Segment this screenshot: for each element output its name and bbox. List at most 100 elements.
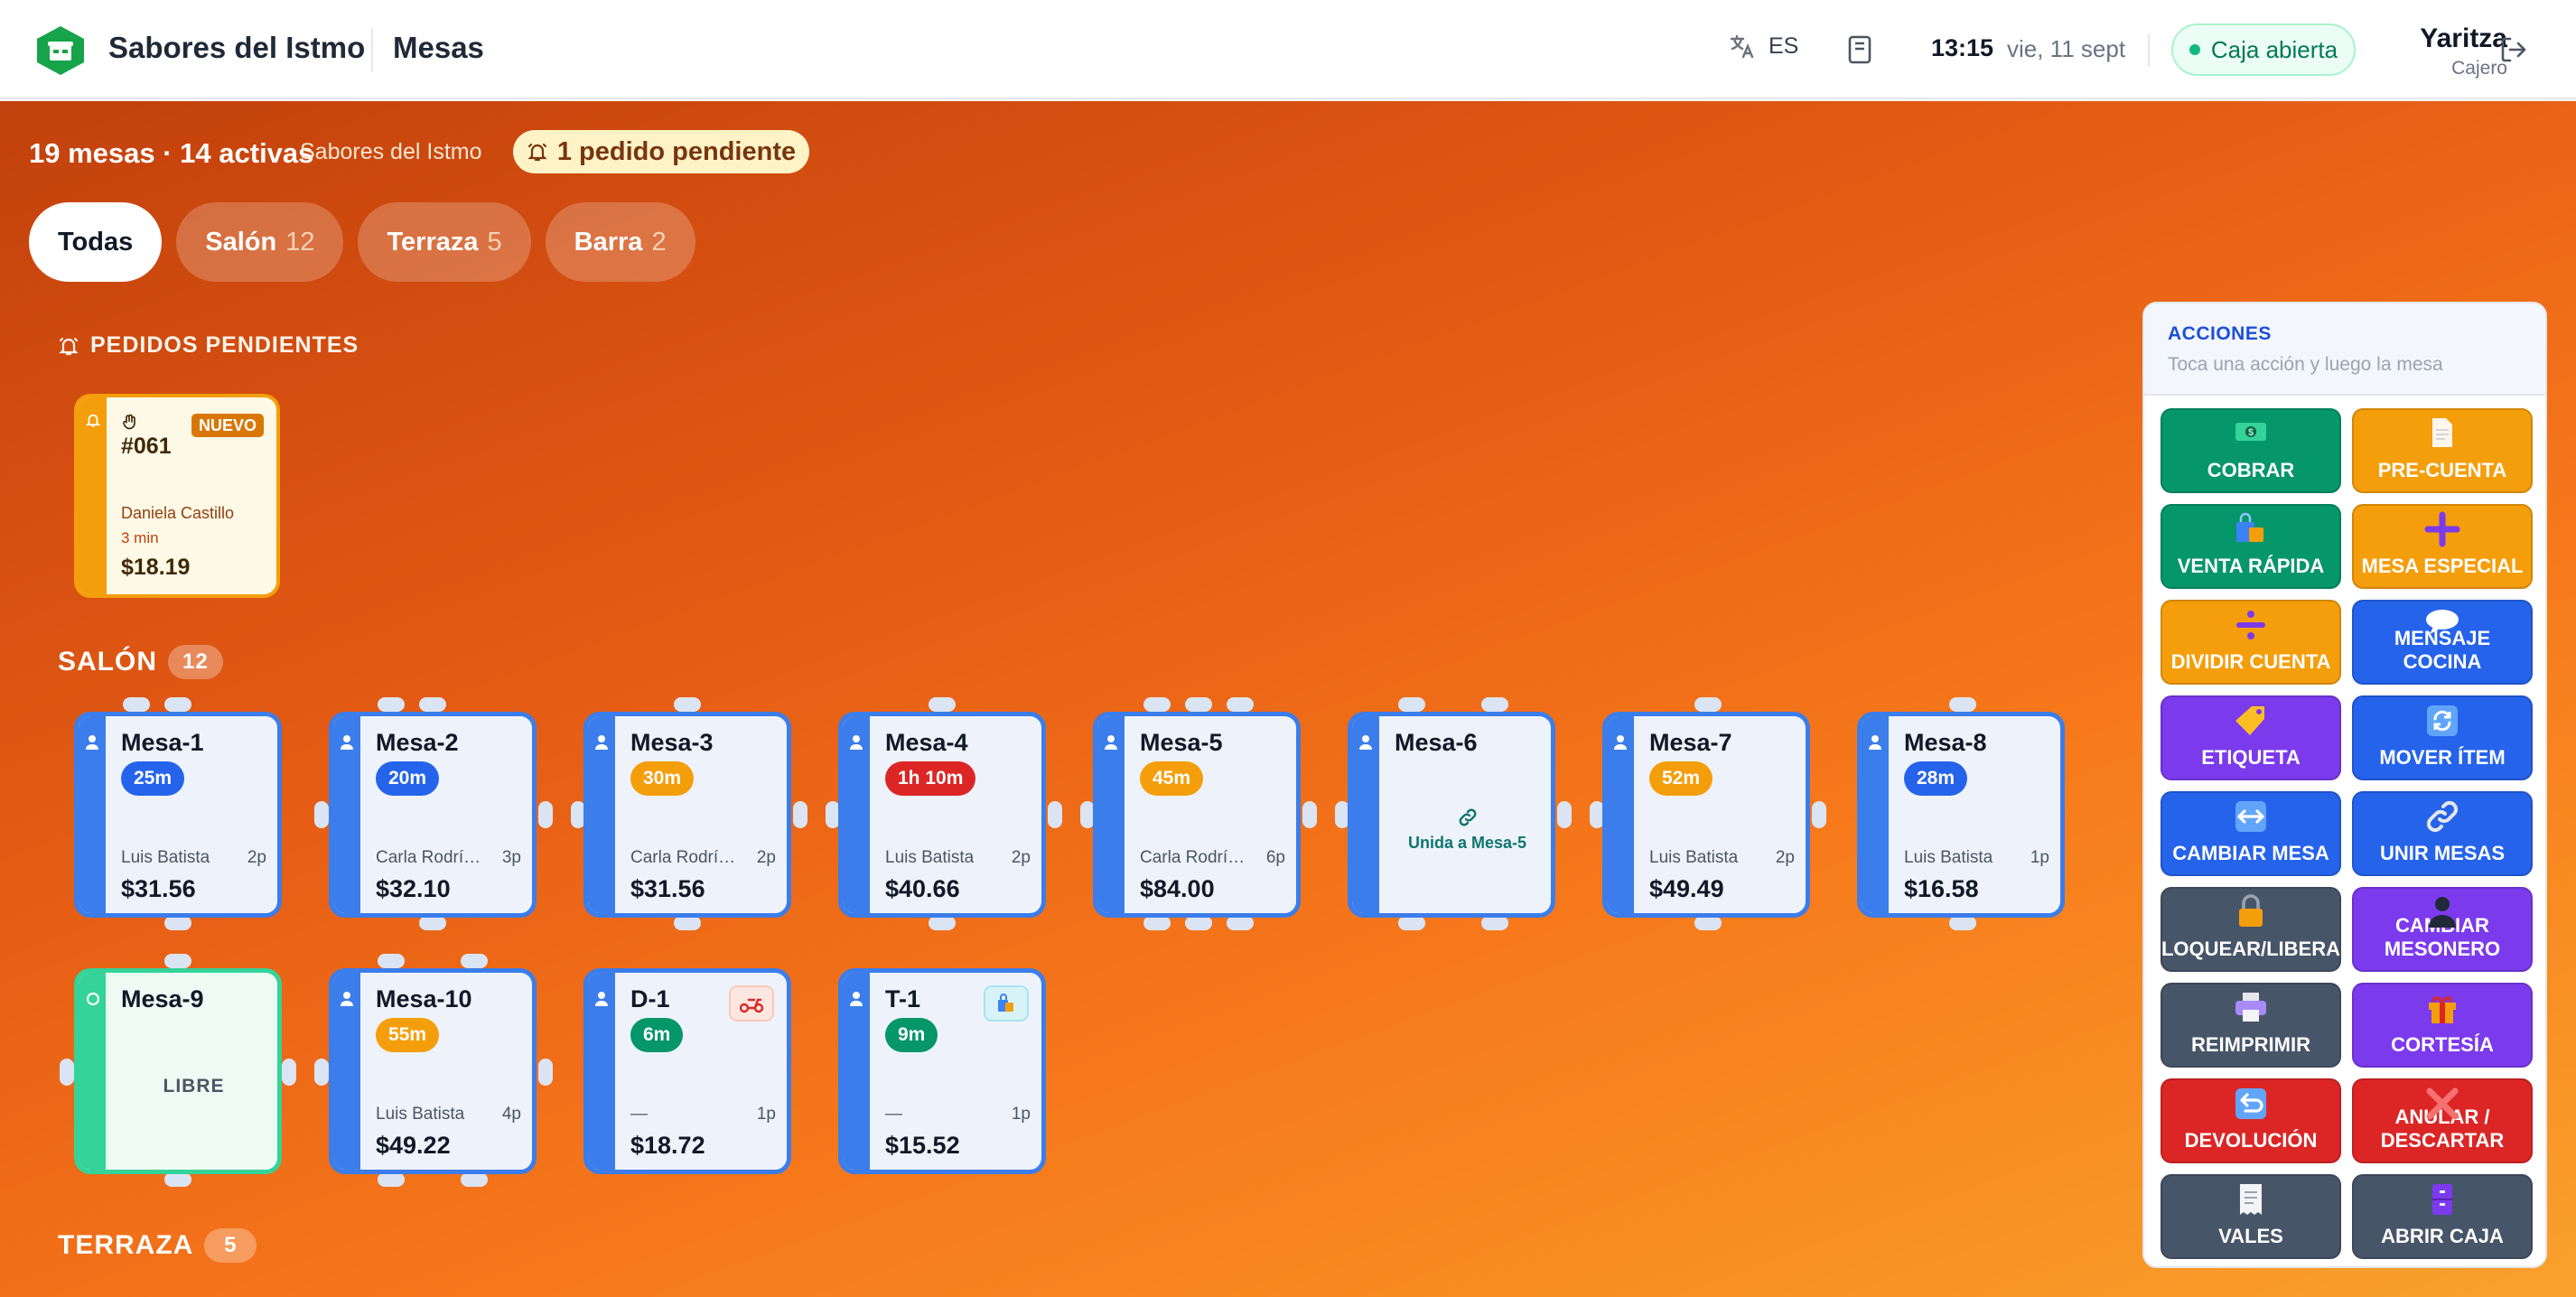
pending-orders-badge[interactable]: 1 pedido pendiente — [513, 130, 809, 173]
language-switcher[interactable]: ES — [1729, 33, 1798, 60]
unir-mesas-button[interactable]: UNIR MESAS — [2352, 791, 2533, 876]
table-card-mesa-10[interactable]: Mesa-10 55m Luis Batista 4p $49.22 — [329, 968, 537, 1174]
tab-todas[interactable]: Todas — [29, 202, 163, 282]
venue-name: Sabores del Istmo — [300, 139, 482, 164]
receipt-icon — [2240, 1184, 2262, 1215]
user-icon — [1614, 735, 1627, 750]
table-people: 1p — [2030, 848, 2049, 867]
dividir-cuenta-button[interactable]: DIVIDIR CUENTA — [2161, 600, 2341, 685]
top-bar: Sabores del Istmo Mesas ES 13:15 vie, 11… — [0, 0, 2576, 99]
reimprimir-button[interactable]: REIMPRIMIR — [2161, 983, 2341, 1068]
cobrar-button[interactable]: $ COBRAR — [2161, 408, 2341, 493]
vales-button[interactable]: VALES — [2161, 1174, 2341, 1259]
new-order-badge: NUEVO — [191, 414, 264, 437]
section-title: PEDIDOS PENDIENTES — [90, 332, 359, 358]
register-status-label: Caja abierta — [2210, 35, 2338, 63]
register-status-badge[interactable]: Caja abierta — [2171, 23, 2356, 76]
table-timer: 25m — [121, 761, 185, 796]
table-timer: 55m — [376, 1018, 440, 1052]
table-name: Mesa-2 — [376, 729, 459, 756]
table-card-mesa-5[interactable]: Mesa-5 45m Carla Rodríguez 6p $84.00 — [1093, 712, 1301, 918]
user-icon — [341, 735, 353, 750]
left-right-arrow-icon — [2235, 801, 2266, 832]
book-icon[interactable] — [1846, 34, 1873, 65]
person-icon — [2429, 897, 2456, 928]
table-waiter: Carla Rodríguez — [630, 848, 737, 867]
tab-count: 5 — [487, 227, 502, 257]
button-label: CAMBIAR MESA — [2172, 842, 2329, 864]
table-card-mesa-3[interactable]: Mesa-3 30m Carla Rodríguez 2p $31.56 — [583, 712, 791, 918]
table-waiter: Luis Batista — [1904, 848, 1993, 867]
bell-icon — [85, 414, 101, 427]
table-card-mesa-9[interactable]: Mesa-9 LIBRE — [74, 968, 282, 1174]
header-divider — [371, 29, 373, 72]
svg-text:$: $ — [2248, 427, 2254, 438]
order-number: #061 — [121, 434, 172, 459]
table-card-mesa-7[interactable]: Mesa-7 52m Luis Batista 2p $49.49 — [1602, 712, 1810, 918]
table-waiter: Luis Batista — [1649, 848, 1739, 867]
logout-icon[interactable] — [2498, 34, 2529, 65]
table-name: Mesa-5 — [1140, 729, 1223, 756]
page-title: Mesas — [393, 31, 484, 64]
table-card-d-1[interactable]: D-1 6m — 1p $18.72 — [583, 968, 791, 1174]
actions-header: ACCIONES Toca una acción y luego la mesa — [2144, 303, 2545, 396]
user-icon — [1359, 735, 1372, 750]
mensaje-cocina-button[interactable]: MENSAJE COCINA — [2352, 600, 2533, 685]
plus-icon — [2424, 511, 2460, 547]
table-total: $31.56 — [121, 875, 196, 902]
button-label: ETIQUETA — [2201, 746, 2301, 769]
hand-icon — [123, 414, 135, 430]
order-customer: Daniela Castillo — [121, 504, 235, 522]
pending-order-card[interactable]: NUEVO #061 Daniela Castillo 3 min $18.19 — [74, 394, 280, 598]
bloquear-liberar-button[interactable]: BLOQUEAR/LIBERAR — [2147, 887, 2355, 972]
cambiar-mesa-button[interactable]: CAMBIAR MESA — [2161, 791, 2341, 876]
etiqueta-button[interactable]: ETIQUETA — [2161, 695, 2341, 780]
table-people: 2p — [1775, 848, 1795, 867]
mover-item-button[interactable]: MOVER ÍTEM — [2352, 695, 2533, 780]
table-name: Mesa-6 — [1395, 729, 1478, 756]
table-name: Mesa-8 — [1904, 729, 1987, 756]
section-title: TERRAZA — [58, 1230, 194, 1260]
speech-bubble-icon — [2426, 610, 2459, 634]
tab-terraza[interactable]: Terraza 5 — [358, 202, 531, 282]
bell-icon — [527, 143, 547, 162]
pre-cuenta-button[interactable]: PRE-CUENTA — [2352, 408, 2533, 493]
table-card-mesa-6[interactable]: Mesa-6 Unida a Mesa-5 — [1348, 712, 1555, 918]
language-code: ES — [1769, 33, 1799, 59]
pending-orders-heading: PEDIDOS PENDIENTES — [58, 332, 359, 359]
venta-rapida-button[interactable]: VENTA RÁPIDA — [2161, 504, 2341, 589]
user-icon — [341, 992, 353, 1006]
actions-title: ACCIONES — [2168, 323, 2272, 344]
abrir-caja-button[interactable]: ABRIR CAJA — [2352, 1174, 2533, 1259]
table-card-mesa-8[interactable]: Mesa-8 28m Luis Batista 1p $16.58 — [1857, 712, 2065, 918]
devolucion-button[interactable]: DEVOLUCIÓN — [2161, 1078, 2341, 1163]
button-label: DIVIDIR CUENTA — [2170, 650, 2331, 673]
gift-icon — [2429, 996, 2456, 1023]
table-card-t-1[interactable]: T-1 9m — 1p $15.52 — [838, 968, 1046, 1174]
brand-name: Sabores del Istmo — [108, 31, 366, 64]
printer-icon — [2235, 993, 2266, 1022]
cortesia-button[interactable]: CORTESÍA — [2352, 983, 2533, 1068]
table-waiter: Luis Batista — [885, 848, 975, 867]
table-timer: 30m — [630, 761, 695, 796]
tab-count: 2 — [651, 227, 667, 257]
anular-descartar-button[interactable]: ANULAR / DESCARTAR — [2352, 1078, 2533, 1163]
table-timer: 20m — [376, 761, 440, 796]
takeout-bag-icon — [984, 985, 1029, 1022]
table-card-mesa-1[interactable]: Mesa-1 25m Luis Batista 2p $31.56 — [74, 712, 282, 918]
mesa-especial-button[interactable]: MESA ESPECIAL — [2352, 504, 2533, 589]
table-card-mesa-2[interactable]: Mesa-2 20m Carla Rodríguez 3p $32.10 — [329, 712, 537, 918]
table-waiter: Luis Batista — [121, 848, 210, 867]
tab-count: 12 — [285, 227, 315, 257]
table-name: Mesa-9 — [121, 985, 204, 1012]
table-people: 1p — [756, 1105, 776, 1124]
table-card-mesa-4[interactable]: Mesa-4 1h 10m Luis Batista 2p $40.66 — [838, 712, 1046, 918]
tab-barra[interactable]: Barra 2 — [545, 202, 695, 282]
table-waiter: Carla Rodríguez — [1140, 848, 1246, 867]
table-total: $40.66 — [885, 875, 960, 902]
translate-icon — [1730, 34, 1754, 59]
button-label: VENTA RÁPIDA — [2177, 555, 2325, 577]
tab-salon[interactable]: Salón 12 — [176, 202, 344, 282]
cambiar-mesonero-button[interactable]: CAMBIAR MESONERO — [2352, 887, 2533, 972]
empty-circle-icon — [86, 992, 100, 1006]
